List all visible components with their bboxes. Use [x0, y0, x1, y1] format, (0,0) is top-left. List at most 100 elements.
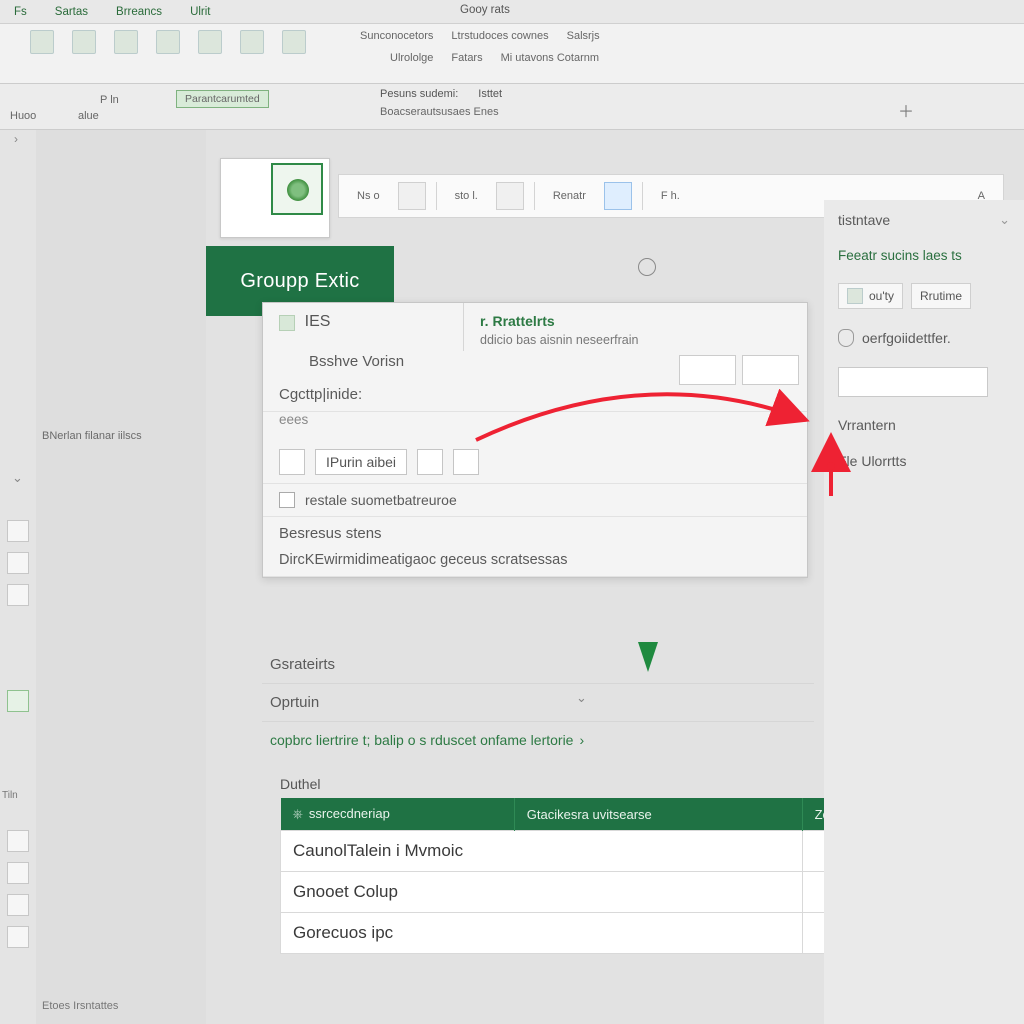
- table-cell: Gorecuos ipc: [281, 913, 803, 954]
- dialog-chip-step[interactable]: [453, 449, 479, 475]
- tool-icon[interactable]: [7, 520, 29, 542]
- bell-icon: [838, 329, 854, 347]
- ribbon-icon[interactable]: [114, 30, 138, 54]
- dialog-header-left: IES: [305, 313, 331, 330]
- editor-thumb: [271, 163, 323, 215]
- dialog-field-2: Cgcttp|inide:: [279, 386, 362, 403]
- ribbon-icon[interactable]: [282, 30, 306, 54]
- rprop-link-2[interactable]: Feeatr sucins laes ts: [838, 248, 1010, 263]
- ribbon-sub-item[interactable]: Ltrstudoces cownes: [451, 30, 548, 42]
- mini-toolbar-btn[interactable]: [398, 182, 426, 210]
- group-band-label: Groupp Extic: [240, 270, 359, 293]
- ribbon-tab-3[interactable]: Ulrit: [176, 2, 224, 22]
- dialog-section2-title: Besresus stens: [279, 525, 382, 542]
- divider: [436, 182, 437, 210]
- mini-toolbar-label: Renatr: [545, 190, 594, 202]
- rprop-chip-1[interactable]: ou'ty: [838, 283, 903, 309]
- lower-row-2[interactable]: Oprtuin: [262, 684, 814, 722]
- dialog-chip-step[interactable]: [417, 449, 443, 475]
- mini-toolbar-label: sto l.: [447, 190, 486, 202]
- chevron-right-icon[interactable]: ›: [14, 132, 18, 146]
- green-down-arrow-icon: [638, 642, 658, 672]
- rprop-label-3: oerfgoiidettfer.: [862, 330, 951, 346]
- ribbon-tab-0[interactable]: Fs: [0, 2, 41, 22]
- tool-icon[interactable]: [7, 926, 29, 948]
- dialog-section2-body: DircKEwirmidimeatigaoc geceus scratsessa…: [279, 552, 568, 568]
- mini-toolbar-btn[interactable]: [604, 182, 632, 210]
- dialog-field-1: Bsshve Vorisn: [309, 353, 404, 370]
- mini-toolbar-label: F h.: [653, 190, 688, 202]
- divider: [642, 182, 643, 210]
- chevron-right-icon: ›: [579, 732, 584, 748]
- ribbon-icon[interactable]: [30, 30, 54, 54]
- rprop-input[interactable]: [838, 367, 988, 397]
- tool-icon[interactable]: [7, 862, 29, 884]
- left-panel-footer: Etoes Irsntattes: [42, 1000, 118, 1012]
- tool-icon[interactable]: [7, 584, 29, 606]
- ribbon-icon[interactable]: [198, 30, 222, 54]
- ribbon-sub-item[interactable]: Fatars: [451, 52, 482, 64]
- ribbon-row-3: P ln Parantcarumted Pesuns sudemi: Istte…: [0, 84, 1024, 130]
- chip-icon: [847, 288, 863, 304]
- ribbon-label-left: Huoo: [10, 110, 36, 122]
- ribbon-tab-2[interactable]: Brreancs: [102, 2, 176, 22]
- rprop-label-1: tistntave: [838, 212, 890, 228]
- ribbon-3-label: Isttet: [478, 88, 502, 100]
- table-cell: Gnooet Colup: [281, 872, 803, 913]
- ribbon-small-btn[interactable]: Parantcarumted: [176, 90, 269, 108]
- table-header[interactable]: Gtacikesra uvitsearse: [514, 798, 802, 831]
- ribbon-sub-item[interactable]: Sunconocetors: [360, 30, 433, 42]
- left-panel: BNerlan filanar iilscs Etoes Irsntattes: [36, 130, 206, 1024]
- right-properties-panel: tistntave ⌄ Feeatr sucins laes ts ou'ty …: [824, 200, 1024, 1024]
- ribbon-icon[interactable]: [240, 30, 264, 54]
- checkbox[interactable]: [279, 492, 295, 508]
- ribbon-icon[interactable]: [72, 30, 96, 54]
- dialog-header-right: r. Rrattelrts: [480, 313, 791, 329]
- table-header[interactable]: ⎈ssrcecdneriap: [281, 798, 515, 831]
- dialog-input-chip[interactable]: IPurin aibei: [315, 449, 407, 475]
- left-tool-rail: › ⌄ Tiln: [0, 130, 36, 1024]
- circle-icon: [638, 258, 656, 276]
- lower-link[interactable]: copbrc liertrire t; balip o s rduscet on…: [262, 722, 814, 758]
- rprop-chip-2[interactable]: Rrutime: [911, 283, 971, 309]
- tool-icon[interactable]: [7, 690, 29, 712]
- lower-link-text: copbrc liertrire t; balip o s rduscet on…: [270, 732, 573, 748]
- table-cell: CaunolTalein i Mvmoic: [281, 831, 803, 872]
- dialog-small-field[interactable]: [742, 355, 799, 385]
- mini-toolbar-label: Ns o: [349, 190, 388, 202]
- dialog-right-fields: [679, 355, 799, 385]
- tool-icon[interactable]: [7, 830, 29, 852]
- ribbon-3-label: Pesuns sudemi:: [380, 88, 458, 100]
- ribbon-3-left-label: P ln: [100, 94, 119, 106]
- lower-section: Gsrateirts Oprtuin copbrc liertrire t; b…: [262, 646, 814, 758]
- rprop-label-4: Vrrantern: [838, 417, 896, 433]
- divider: [534, 182, 535, 210]
- dialog-field-3: eees: [279, 412, 308, 427]
- dialog-header-icon: [279, 315, 295, 331]
- dialog-small-field[interactable]: [679, 355, 736, 385]
- mini-toolbar-btn[interactable]: [496, 182, 524, 210]
- ribbon-icon[interactable]: [156, 30, 180, 54]
- properties-dialog: IES r. Rrattelrts ddicio bas aisnin nese…: [262, 302, 808, 578]
- chevron-down-icon[interactable]: ⌄: [12, 470, 23, 486]
- lower-row-1[interactable]: Gsrateirts: [262, 646, 814, 684]
- left-panel-text: BNerlan filanar iilscs: [42, 430, 142, 442]
- ribbon-3-label-2: Boacserautsusaes Enes: [380, 106, 499, 118]
- dialog-check-label: restale suometbatreuroe: [305, 492, 457, 508]
- ribbon-sub-item[interactable]: Salsrjs: [567, 30, 600, 42]
- dialog-chip-icon[interactable]: [279, 449, 305, 475]
- chevron-down-icon[interactable]: ⌄: [999, 212, 1010, 228]
- ribbon-sub: Sunconocetors Ltrstudoces cownes Salsrjs…: [0, 24, 1024, 84]
- ribbon-sub-item[interactable]: Mi utavons Cotarnm: [501, 52, 599, 64]
- ribbon-tabs: Fs Sartas Brreancs Ulrit Gooy rats: [0, 0, 1024, 24]
- document-icon: [287, 179, 309, 201]
- tool-icon[interactable]: [7, 894, 29, 916]
- editor-thumb-card[interactable]: [220, 158, 330, 238]
- ribbon-title: Gooy rats: [460, 4, 510, 16]
- ribbon-sub-item[interactable]: Ulrololge: [390, 52, 433, 64]
- plus-icon[interactable]: ＋: [898, 98, 914, 122]
- dialog-header-sub: ddicio bas aisnin neseerfrain: [480, 333, 791, 347]
- ribbon-tab-1[interactable]: Sartas: [41, 2, 102, 22]
- rprop-label-5: Fle Ulorrtts: [838, 453, 906, 469]
- tool-icon[interactable]: [7, 552, 29, 574]
